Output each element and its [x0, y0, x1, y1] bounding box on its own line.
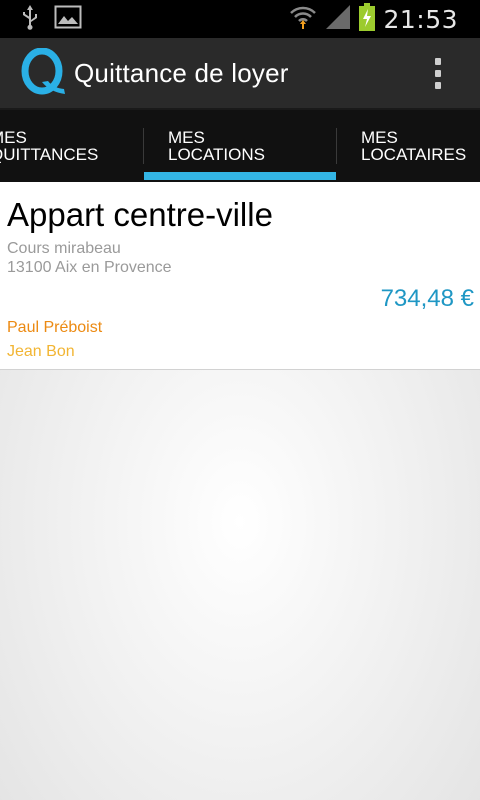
tab-locataires-line2: LOCATAIRES	[361, 145, 467, 164]
status-time: 21:53	[383, 4, 458, 34]
content-area: Appart centre-ville Cours mirabeau 13100…	[0, 182, 480, 800]
tab-selected-indicator	[144, 172, 336, 180]
app-logo-icon[interactable]	[18, 47, 70, 99]
rental-address-line1: Cours mirabeau	[7, 240, 121, 257]
tenant-name: Jean Bon	[7, 343, 75, 360]
overflow-menu-dot	[435, 81, 441, 89]
battery-charging-icon	[359, 2, 376, 36]
signal-icon	[325, 4, 351, 35]
wifi-icon	[289, 4, 317, 35]
rental-address-line2: 13100 Aix en Provence	[7, 259, 172, 276]
overflow-menu-icon	[435, 57, 441, 65]
rental-card[interactable]: Appart centre-ville Cours mirabeau 13100…	[0, 182, 480, 370]
rental-amount: 734,48 €	[380, 285, 474, 312]
status-bar: 21:53	[0, 0, 480, 38]
app-title: Quittance de loyer	[74, 57, 289, 88]
rental-title: Appart centre-ville	[7, 196, 273, 233]
tab-locataires-line1: MES	[361, 128, 398, 147]
tab-quittances[interactable]: MES QUITTANCES	[0, 110, 98, 182]
overflow-menu-button[interactable]	[418, 43, 458, 103]
tab-locations-line1: MES	[168, 128, 205, 147]
tab-locations-line2: LOCATIONS	[168, 145, 265, 164]
tab-quittances-line1: MES	[0, 128, 27, 147]
tenant-name: Paul Préboist	[7, 319, 103, 336]
tab-quittances-line2: QUITTANCES	[0, 145, 99, 164]
tab-divider	[143, 128, 144, 164]
action-bar: Quittance de loyer	[0, 38, 480, 110]
usb-icon	[20, 4, 40, 35]
image-icon	[54, 5, 82, 34]
overflow-menu-dot	[435, 69, 441, 77]
tab-divider	[336, 128, 337, 164]
tab-locataires[interactable]: MES LOCATAIRES	[361, 110, 466, 182]
